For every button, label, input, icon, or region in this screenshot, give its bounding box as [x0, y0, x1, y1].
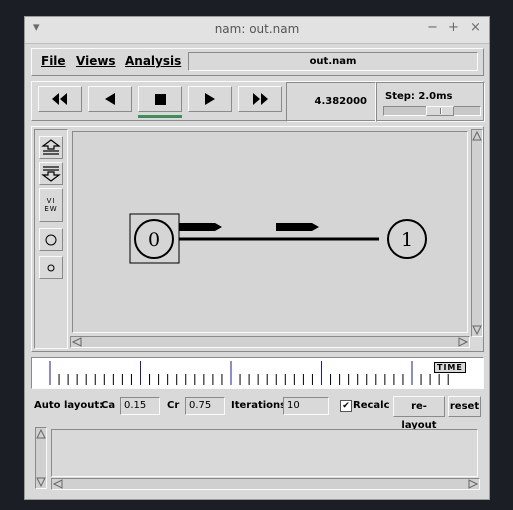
timeline[interactable]: TIME	[31, 357, 484, 389]
window-title: nam: out.nam	[214, 22, 300, 36]
annotation-hscroll-arrows	[52, 479, 479, 489]
packet-icon	[179, 223, 222, 231]
view-button-label: VIEW	[44, 197, 58, 213]
timeline-label: TIME	[434, 362, 466, 373]
canvas-horizontal-scrollbar[interactable]	[70, 336, 470, 348]
step-label: Step: 2.0ms	[385, 91, 453, 102]
cr-input[interactable]: 0.75	[185, 397, 225, 415]
network-view-frame: VIEW 0 1	[31, 126, 484, 352]
maximize-icon[interactable]: +	[448, 21, 459, 35]
menu-file[interactable]: File	[41, 54, 66, 68]
zoom-in-button[interactable]	[39, 136, 63, 159]
view-button[interactable]: VIEW	[39, 188, 63, 222]
stop-icon	[154, 93, 166, 105]
auto-layout-label: Auto layout:	[34, 400, 104, 411]
network-graph: 0 1	[129, 213, 427, 264]
annotation-text-area[interactable]	[51, 429, 478, 477]
menu-analysis-label: Analysis	[125, 54, 182, 68]
fast-rewind-button[interactable]	[38, 86, 82, 112]
annotation-vscroll-arrows	[36, 428, 46, 488]
play-backward-icon	[105, 93, 115, 105]
step-slider-thumb[interactable]	[426, 106, 454, 116]
node-0-label: 0	[148, 229, 160, 251]
recalc-checkbox[interactable]: ✔	[340, 400, 352, 412]
relayout-button[interactable]: re-layout	[393, 396, 445, 431]
vertical-scroll-arrows	[472, 130, 482, 336]
current-time-display: 4.382000	[286, 82, 376, 122]
reset-button[interactable]: reset	[448, 396, 481, 417]
ca-label: Ca	[101, 400, 116, 411]
play-forward-icon	[205, 93, 215, 105]
zoom-out-button[interactable]	[39, 162, 63, 185]
menu-analysis[interactable]: Analysis	[125, 54, 181, 68]
view-toolbar: VIEW	[34, 129, 68, 349]
stop-button[interactable]	[138, 86, 182, 112]
ca-input[interactable]: 0.15	[120, 397, 160, 415]
horizontal-scroll-arrows	[71, 337, 469, 347]
minimize-icon[interactable]: −	[427, 21, 438, 35]
rewind-button[interactable]	[88, 86, 132, 112]
annotation-panel	[33, 425, 484, 493]
network-canvas[interactable]: 0 1	[72, 131, 468, 333]
menu-views-label: Views	[76, 54, 116, 68]
small-circle-icon	[47, 264, 55, 271]
iterations-input[interactable]: 10	[283, 397, 329, 415]
annotation-horizontal-scrollbar[interactable]	[51, 478, 480, 490]
packet-icon	[276, 223, 319, 231]
play-button[interactable]	[188, 86, 232, 112]
fast-forward-button[interactable]	[238, 86, 282, 112]
menu-file-label: File	[41, 54, 66, 68]
annotation-vertical-scrollbar[interactable]	[35, 427, 47, 489]
canvas-vertical-scrollbar[interactable]	[471, 129, 483, 337]
large-node-button[interactable]	[39, 228, 63, 251]
fast-forward-icon	[253, 93, 268, 105]
zoom-out-icon	[41, 166, 61, 182]
file-name-display: out.nam	[188, 52, 478, 71]
menu-bar: File Views Analysis out.nam	[31, 48, 484, 76]
large-circle-icon	[45, 234, 57, 245]
step-control: Step: 2.0ms	[376, 82, 485, 122]
nam-window: ▾ nam: out.nam − + × File Views Analysis…	[24, 16, 490, 500]
transport-bar: 4.382000 Step: 2.0ms	[31, 81, 485, 122]
iterations-label: Iterations	[231, 400, 287, 411]
zoom-in-icon	[41, 139, 61, 155]
node-1-label: 1	[401, 229, 413, 251]
menu-views[interactable]: Views	[76, 54, 116, 68]
step-slider[interactable]	[383, 106, 481, 116]
auto-layout-bar: Auto layout: Ca 0.15 Cr 0.75 Iterations …	[31, 395, 484, 431]
cr-label: Cr	[167, 400, 180, 411]
timeline-ticks	[49, 361, 449, 385]
recalc-label: Recalc	[353, 400, 390, 411]
fast-rewind-icon	[52, 93, 67, 105]
stop-active-indicator	[138, 115, 182, 118]
title-bar: ▾ nam: out.nam − + ×	[25, 17, 489, 44]
close-icon[interactable]: ×	[470, 21, 481, 35]
small-node-button[interactable]	[39, 256, 63, 279]
